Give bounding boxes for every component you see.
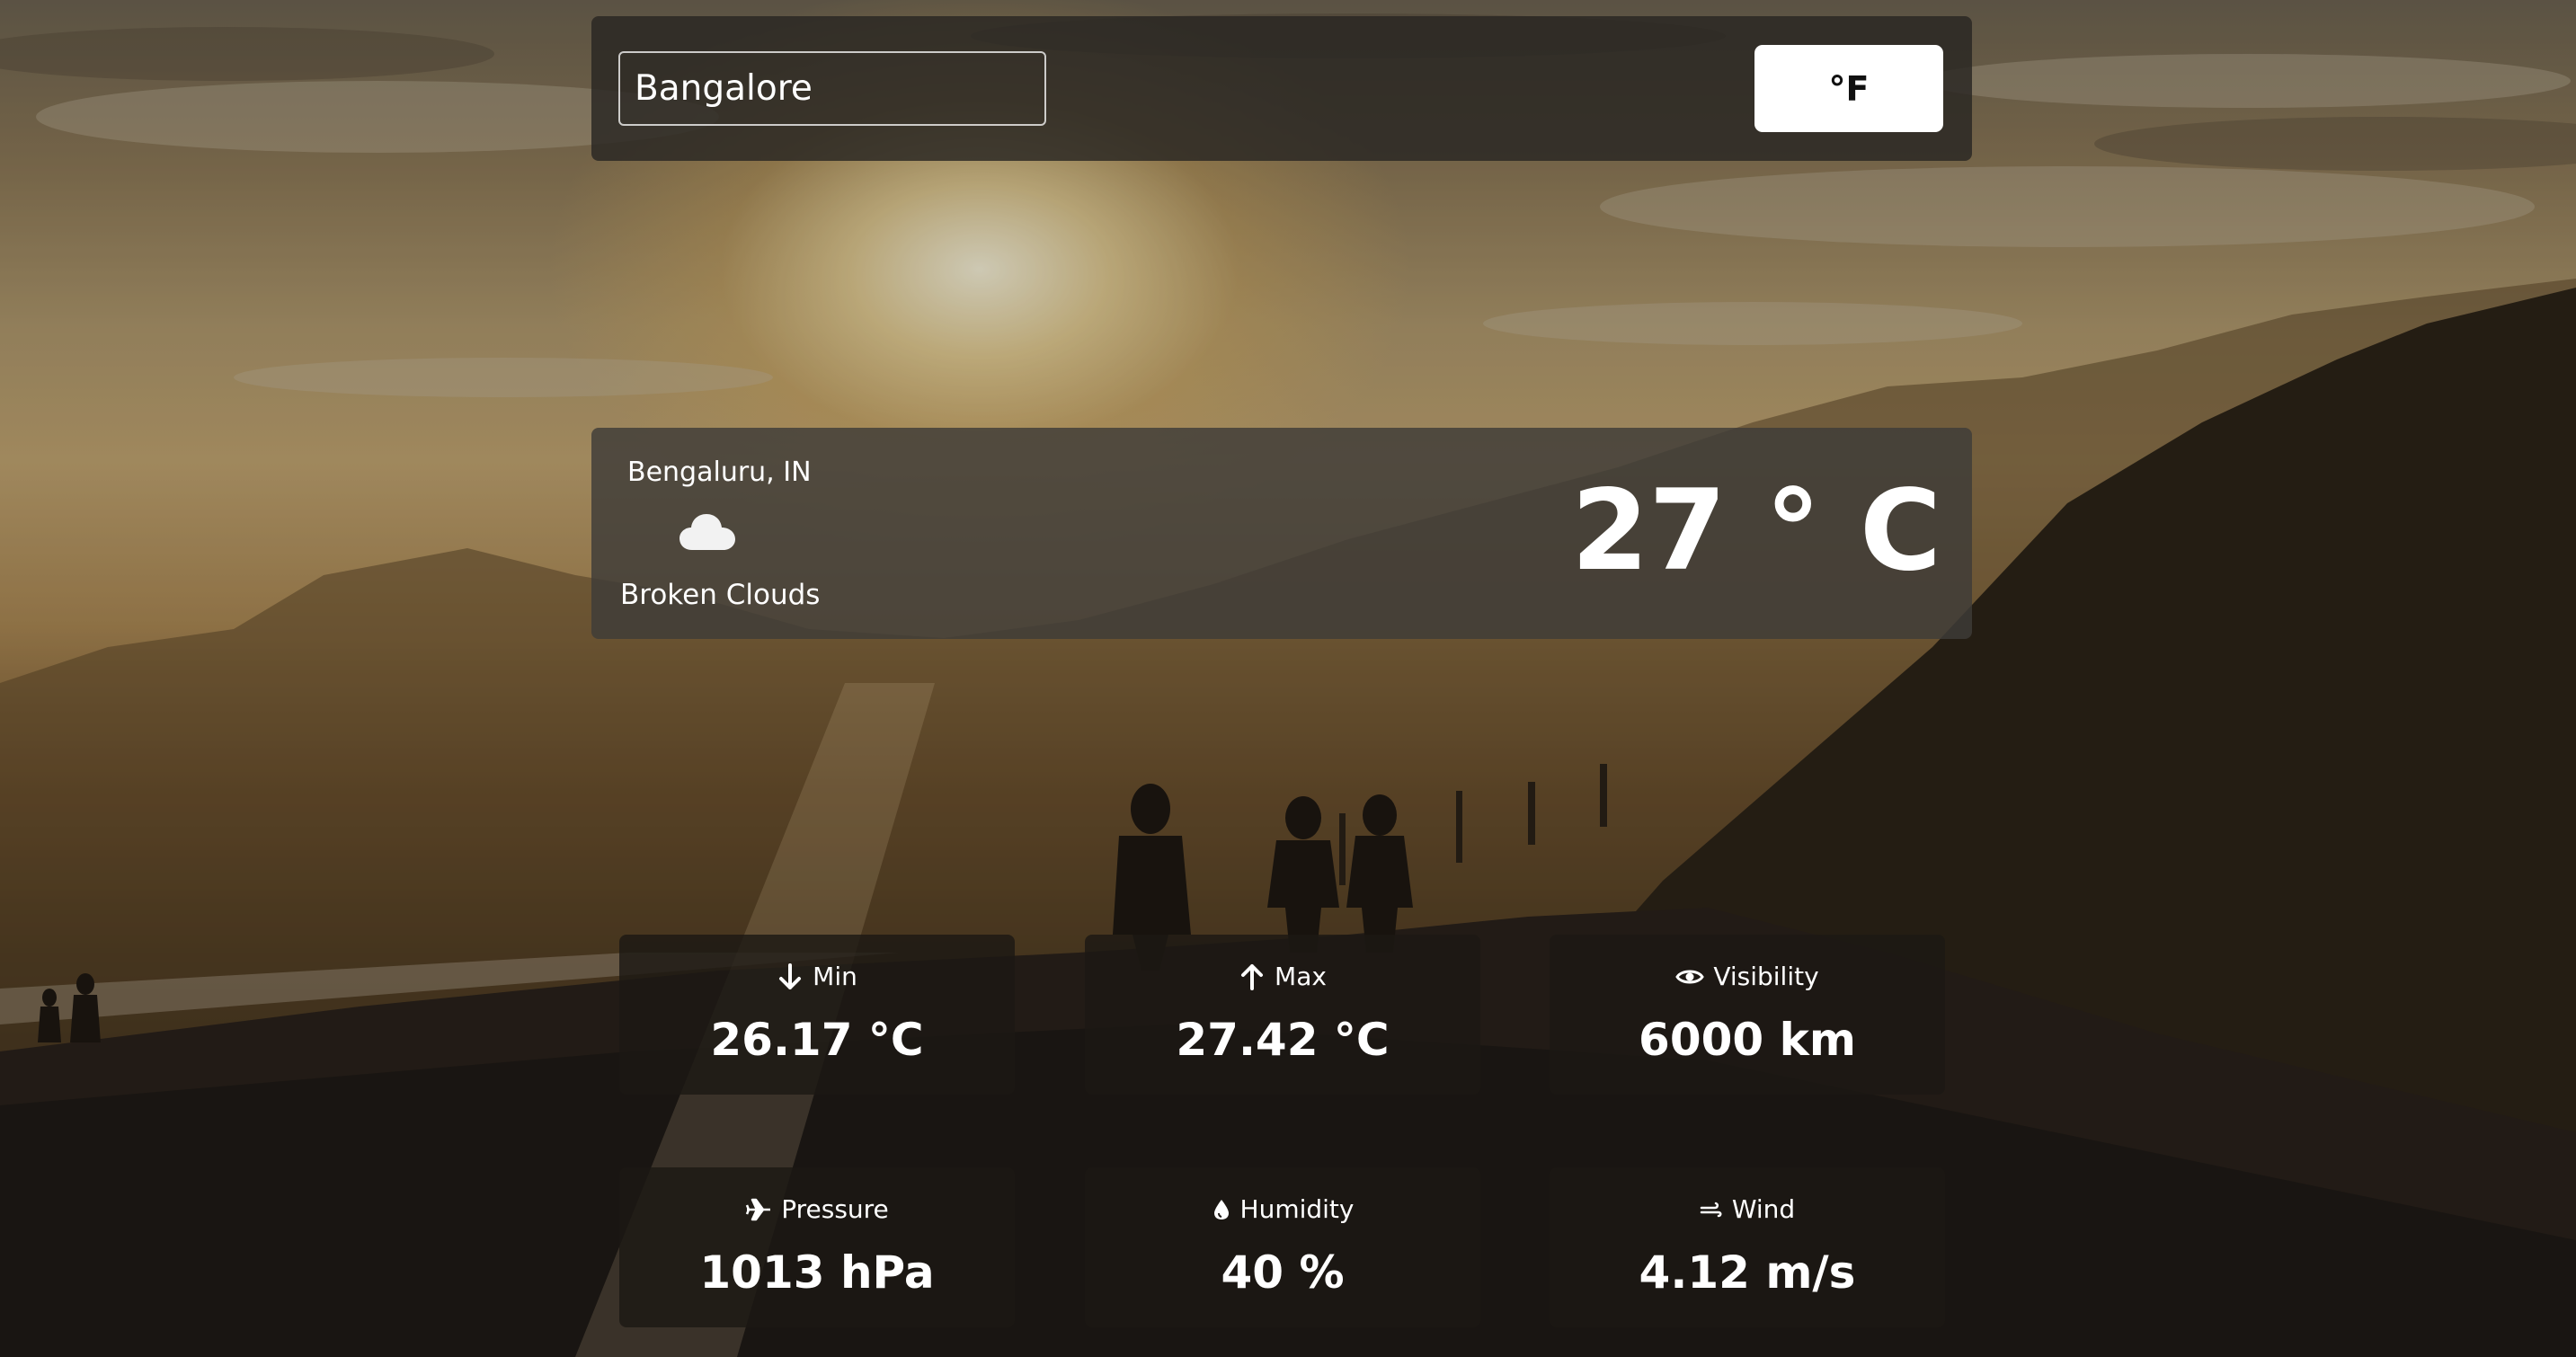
location-label: Bengaluru, IN: [627, 457, 812, 488]
background-overlay: [0, 0, 2576, 1357]
wind-card: Wind 4.12 m/s: [1550, 1167, 1945, 1327]
city-search-input[interactable]: [618, 51, 1046, 126]
stat-value: 26.17 °C: [710, 1014, 924, 1066]
max-temp-card: Max 27.42 °C: [1085, 935, 1480, 1095]
stat-value: 6000 km: [1639, 1014, 1856, 1066]
search-bar: °F: [591, 16, 1972, 161]
stat-label: Max: [1275, 962, 1327, 991]
stat-label: Visibility: [1713, 962, 1819, 991]
stat-label: Pressure: [781, 1194, 889, 1224]
stat-value: 40 %: [1221, 1246, 1345, 1299]
pressure-card: Pressure 1013 hPa: [619, 1167, 1015, 1327]
unit-toggle-button[interactable]: °F: [1754, 45, 1943, 132]
min-temp-card: Min 26.17 °C: [619, 935, 1015, 1095]
eye-icon: [1675, 970, 1705, 983]
visibility-card: Visibility 6000 km: [1550, 935, 1945, 1095]
stat-label: Humidity: [1239, 1194, 1355, 1224]
stat-label: Wind: [1731, 1194, 1796, 1224]
stat-value: 27.42 °C: [1176, 1014, 1390, 1066]
background-photo: [0, 0, 2576, 1357]
stat-label: Min: [813, 962, 857, 991]
droplet-icon: [1213, 1199, 1229, 1220]
wind-icon: [1700, 1202, 1722, 1217]
cloud-icon: [680, 514, 735, 550]
arrow-down-icon: [779, 962, 802, 989]
stat-value: 1013 hPa: [699, 1246, 935, 1299]
current-temperature: 27 ° C: [1571, 466, 1941, 596]
plane-icon: [746, 1198, 771, 1220]
stat-value: 4.12 m/s: [1639, 1246, 1856, 1299]
weather-condition: Broken Clouds: [620, 579, 821, 611]
humidity-card: Humidity 40 %: [1085, 1167, 1480, 1327]
current-weather-panel: Bengaluru, IN Broken Clouds 27 ° C: [591, 428, 1972, 639]
arrow-up-icon: [1241, 963, 1264, 990]
